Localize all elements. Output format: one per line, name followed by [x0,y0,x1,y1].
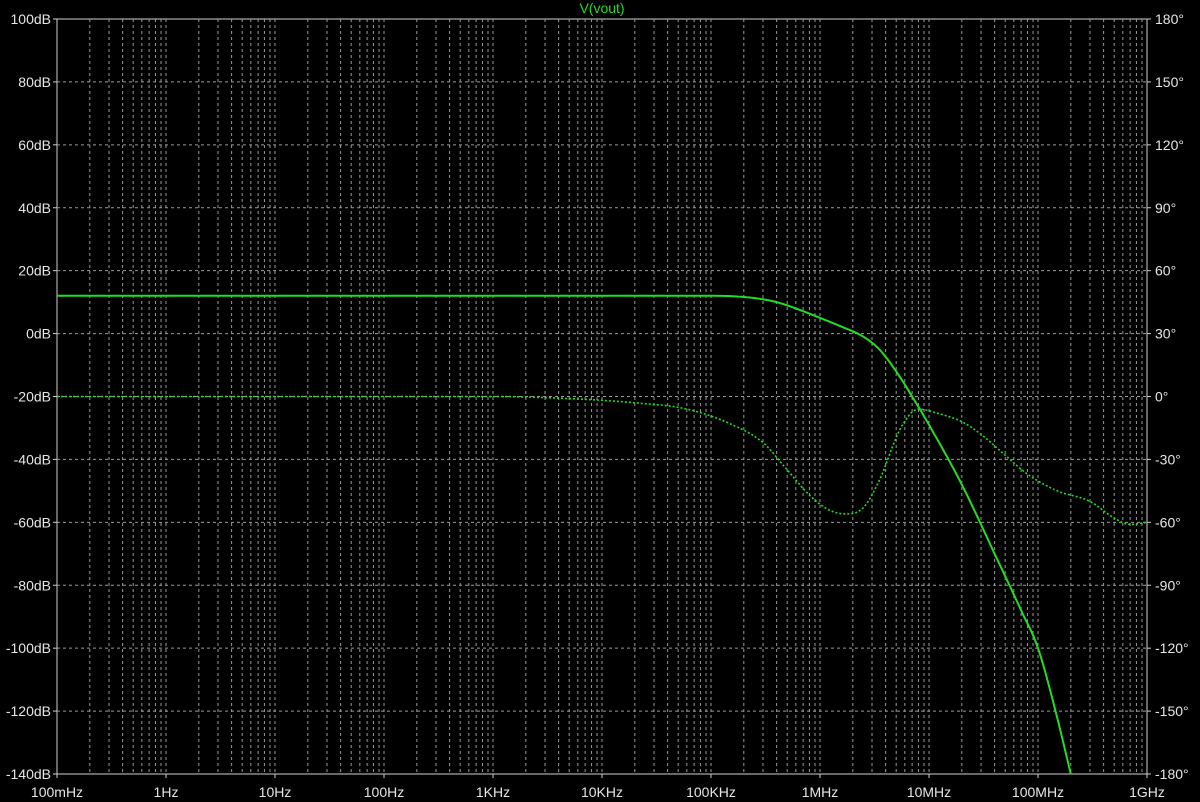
y-right-tick-label: 150° [1155,74,1184,90]
y-right-tick-label: -120° [1155,640,1189,656]
bode-plot: 100mHz 1Hz 10Hz 100Hz 1KHz 10KHz 100KHz 1MHz 10M… [6,0,1189,800]
x-tick-label: 10MHz [907,784,951,800]
y-left-tick-label: 40dB [18,200,51,216]
x-tick-label: 100Hz [364,784,404,800]
y-right-tick-label: 60° [1155,263,1176,279]
y-left-tick-label: -60dB [14,514,51,530]
y-left-tick-label: -40dB [14,451,51,467]
x-tick-label: 1KHz [476,784,510,800]
y-left-tick-label: -20dB [14,389,51,405]
x-tick-label: 1GHz [1129,784,1165,800]
x-tick-label: 1MHz [802,784,839,800]
x-tick-label: 1Hz [154,784,179,800]
y-left-tick-label: 60dB [18,137,51,153]
y-left-tick-label: -120dB [6,703,51,719]
y-right-tick-label: 90° [1155,200,1176,216]
y-left-tick-label: -140dB [6,766,51,782]
x-tick-label: 10Hz [259,784,292,800]
y-right-tick-label: 0° [1155,389,1168,405]
y-left-tick-label: 80dB [18,74,51,90]
chart-title: V(vout) [579,0,624,16]
y-right-tick-label: -90° [1155,577,1181,593]
y-left-tick-label: -80dB [14,577,51,593]
x-tick-label: 100KHz [686,784,736,800]
y-right-tick-label: 30° [1155,326,1176,342]
y-right-tick-label: -30° [1155,451,1181,467]
y-right-tick-label: -180° [1155,766,1189,782]
y-right-tick-label: 120° [1155,137,1184,153]
y-left-tick-label: -100dB [6,640,51,656]
y-left-tick-label: 100dB [11,11,51,27]
x-tick-label: 100mHz [31,784,83,800]
y-left-tick-label: 0dB [26,326,51,342]
x-tick-label: 100MHz [1012,784,1064,800]
y-right-tick-label: -150° [1155,703,1189,719]
x-tick-label: 10KHz [581,784,623,800]
y-left-tick-label: 20dB [18,263,51,279]
y-right-tick-label: 180° [1155,11,1184,27]
y-right-tick-label: -60° [1155,514,1181,530]
